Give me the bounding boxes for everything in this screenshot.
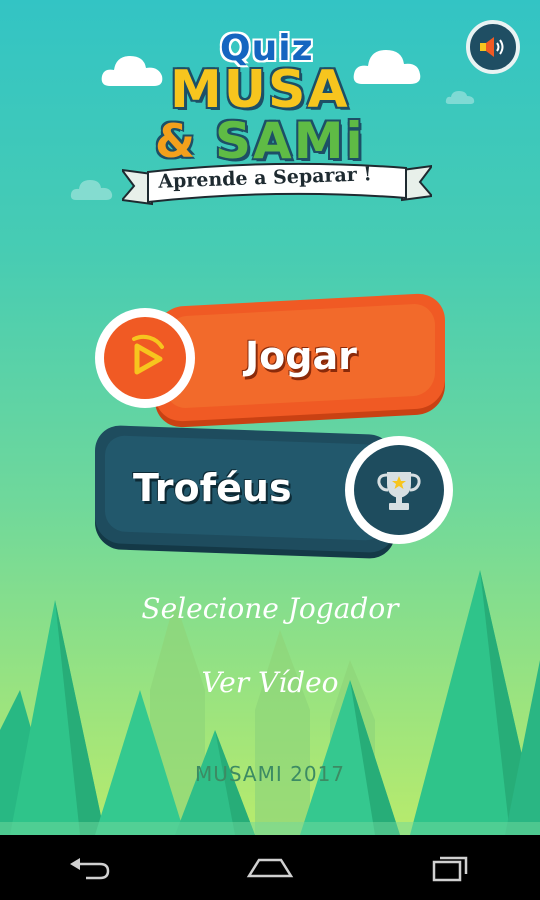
system-navigation-bar	[0, 835, 540, 900]
recent-apps-icon	[432, 856, 468, 881]
speaker-volume-icon	[480, 37, 504, 57]
nav-recents-button[interactable]	[420, 848, 480, 888]
back-arrow-icon	[70, 857, 110, 879]
trophies-button[interactable]: Troféus	[95, 424, 455, 554]
logo-musa-text: MUSA	[170, 60, 350, 120]
cloud-faint-right-decoration	[445, 91, 475, 104]
home-icon	[246, 858, 294, 877]
play-button-label: Jogar	[245, 334, 357, 378]
nav-home-button[interactable]	[240, 848, 300, 888]
play-icon-badge-inner	[104, 317, 186, 399]
play-icon	[132, 334, 164, 375]
quiz-musa-sami-logo: Quiz MUSA & SAMi Aprende a Separar !	[100, 20, 440, 220]
sound-toggle-button[interactable]	[466, 20, 520, 74]
game-main-menu: Quiz MUSA & SAMi Aprende a Separar ! Jog…	[0, 0, 540, 835]
trophy-icon-badge	[345, 436, 453, 544]
trophy-icon	[377, 472, 421, 510]
footer-credit: MUSAMI 2017	[194, 762, 346, 786]
trophies-button-label: Troféus	[133, 466, 292, 510]
trophy-icon-badge-inner	[354, 445, 444, 535]
watch-video-link[interactable]: Ver Vídeo	[0, 666, 540, 699]
play-icon-badge	[95, 308, 195, 408]
select-player-link[interactable]: Selecione Jogador	[0, 592, 540, 625]
nav-back-button[interactable]	[60, 848, 120, 888]
play-button[interactable]: Jogar	[95, 292, 445, 423]
